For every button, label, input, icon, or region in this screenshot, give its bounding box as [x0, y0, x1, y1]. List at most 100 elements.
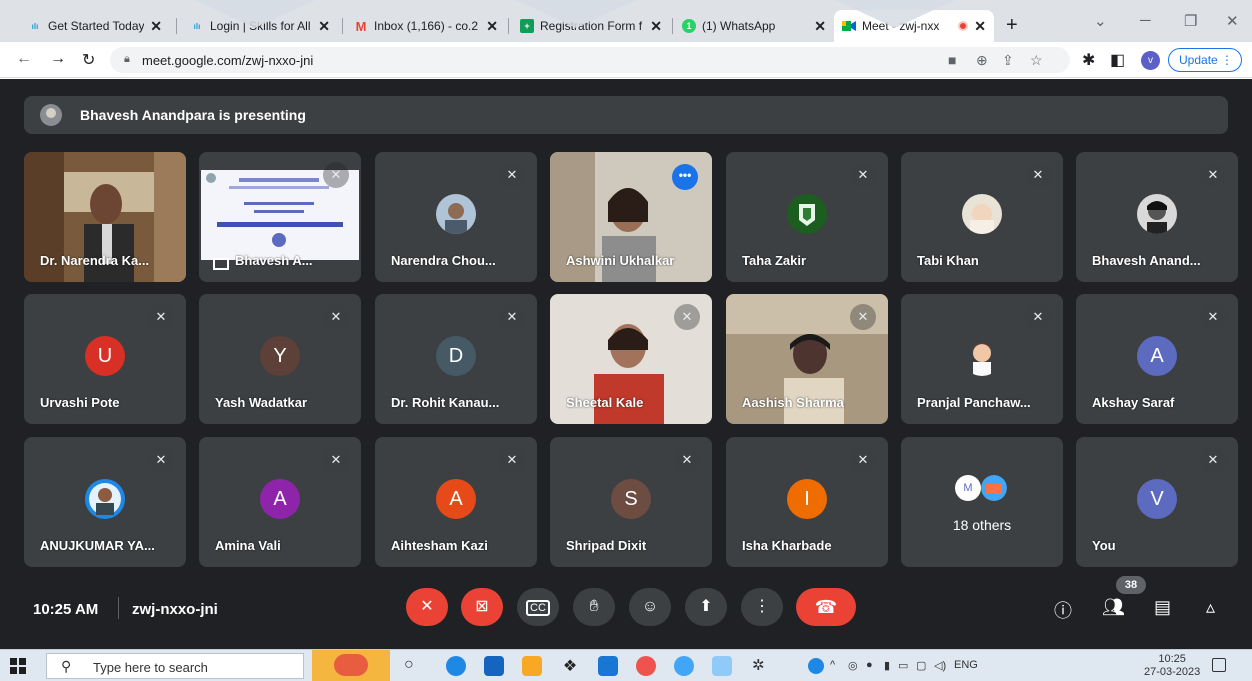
zoom-icon[interactable]: ⊕ [976, 52, 988, 69]
participant-tile[interactable]: ✕ I Isha Kharbade [726, 437, 888, 567]
tab-search-icon[interactable]: ⌄ [1094, 12, 1107, 30]
network-icon[interactable]: ▢ [916, 659, 926, 672]
chevron-up-icon[interactable]: ^ [830, 659, 835, 671]
participant-tile[interactable]: ✕ ANUJKUMAR YA... [24, 437, 186, 567]
language-indicator[interactable]: ENG [954, 659, 978, 671]
taskbar-search-box[interactable]: ⚲ Type here to search [46, 653, 304, 679]
google-forms-icon: + [520, 19, 534, 33]
participant-name: Bhavesh A... [235, 253, 313, 268]
participant-tile[interactable]: ••• Ashwini Ukhalkar [550, 152, 712, 282]
browser-tab[interactable]: ılı Login | Skills for All ✕ [182, 10, 338, 42]
close-tab-icon[interactable]: ✕ [974, 18, 986, 35]
participant-name: Yash Wadatkar [215, 395, 308, 410]
mic-tray-icon[interactable]: ▮ [884, 659, 890, 672]
close-window-icon[interactable]: ✕ [1226, 12, 1239, 30]
new-tab-button[interactable]: + [1006, 14, 1018, 37]
participant-tile[interactable]: ✕ D Dr. Rohit Kanau... [375, 294, 537, 424]
reload-icon[interactable]: ↻ [82, 50, 95, 70]
participant-tile[interactable]: ✕ Narendra Chou... [375, 152, 537, 282]
camera-icon[interactable]: ■ [948, 52, 956, 68]
participant-tile[interactable]: ✕ Bhavesh A... [199, 152, 361, 282]
browser-tab-active[interactable]: Meet - zwj-nxx ✕ [834, 10, 994, 42]
minimize-icon[interactable]: ─ [1140, 12, 1151, 29]
meeting-details-icon[interactable]: ⓘ [1054, 597, 1072, 623]
dropbox-icon[interactable]: ❖ [560, 656, 580, 676]
participant-tile[interactable]: ✕ Bhavesh Anand... [1076, 152, 1238, 282]
close-tab-icon[interactable]: ✕ [650, 18, 662, 35]
profile-avatar[interactable]: v [1141, 51, 1160, 70]
participant-tile[interactable]: ✕ A Aihtesham Kazi [375, 437, 537, 567]
battery-icon[interactable]: ▭ [898, 659, 908, 672]
settings-gear-icon[interactable]: ✲ [752, 656, 765, 674]
update-button[interactable]: Update ⋮ [1168, 48, 1242, 72]
bookmark-star-icon[interactable]: ☆ [1030, 52, 1043, 69]
restore-icon[interactable]: ❐ [1184, 12, 1197, 30]
extensions-icon[interactable]: ✱ [1082, 50, 1095, 70]
mail-icon[interactable] [484, 656, 504, 676]
tab-divider [672, 18, 673, 34]
windows-start-button[interactable] [10, 658, 26, 674]
mic-toggle-button[interactable]: ✕ [406, 588, 448, 626]
raise-hand-button[interactable]: ✋︎ [573, 588, 615, 626]
participant-name: Tabi Khan [917, 253, 979, 268]
chat-icon[interactable]: ▤ [1154, 597, 1171, 618]
help-icon[interactable] [808, 658, 824, 674]
participant-tile-self[interactable]: ✕ V You [1076, 437, 1238, 567]
tray-icon[interactable]: ◎ [848, 659, 858, 672]
participant-tile[interactable]: ✕ Tabi Khan [901, 152, 1063, 282]
share-icon[interactable]: ⇪ [1002, 52, 1014, 69]
close-tab-icon[interactable]: ✕ [318, 18, 330, 35]
participant-tile[interactable]: ✕ Pranjal Panchaw... [901, 294, 1063, 424]
browser-tab[interactable]: 1 (1) WhatsApp ✕ [674, 10, 834, 42]
others-avatar: M [955, 475, 981, 501]
mic-off-icon: ✕ [674, 447, 700, 473]
back-icon[interactable]: ← [16, 50, 32, 68]
close-tab-icon[interactable]: ✕ [814, 18, 826, 35]
browser-tab-strip: ılı Get Started Today | ✕ ılı Login | Sk… [0, 0, 1252, 42]
captions-button[interactable]: CC [517, 588, 559, 626]
more-options-button[interactable]: ⋮ [741, 588, 783, 626]
participant-tile[interactable]: ✕ U Urvashi Pote [24, 294, 186, 424]
participant-tile[interactable]: ✕ Y Yash Wadatkar [199, 294, 361, 424]
participant-tile[interactable]: ✕ Aashish Sharma [726, 294, 888, 424]
chrome-tray-icon[interactable]: ● [866, 659, 873, 671]
others-tile[interactable]: M 18 others [901, 437, 1063, 567]
close-tab-icon[interactable]: ✕ [150, 18, 162, 35]
side-panel-icon[interactable]: ◧ [1110, 50, 1125, 70]
notification-icon[interactable] [1212, 658, 1226, 672]
reactions-button[interactable]: ☺ [629, 588, 671, 626]
more-options-icon[interactable]: ••• [672, 164, 698, 190]
participant-initial-avatar: I [787, 479, 827, 519]
camera-toggle-button[interactable]: ⊠ [461, 588, 503, 626]
participant-name: Narendra Chou... [391, 253, 496, 268]
people-icon[interactable]: 👥︎ [1102, 597, 1125, 618]
activities-icon[interactable]: ▵ [1206, 597, 1215, 618]
file-explorer-icon[interactable] [522, 656, 542, 676]
address-bar[interactable]: 🔒︎ meet.google.com/zwj-nxxo-jni ■ ⊕ ⇪ ☆ [110, 47, 1070, 73]
close-tab-icon[interactable]: ✕ [486, 18, 498, 35]
tab-title: (1) WhatsApp [702, 19, 776, 33]
browser-tab[interactable]: ılı Get Started Today | ✕ [20, 10, 170, 42]
browser-tab[interactable]: M Inbox (1,166) - co.2 ✕ [346, 10, 506, 42]
mic-off-icon: ✕ [148, 447, 174, 473]
app-icon[interactable] [712, 656, 732, 676]
participant-tile[interactable]: Dr. Narendra Ka... [24, 152, 186, 282]
participant-tile[interactable]: ✕ A Akshay Saraf [1076, 294, 1238, 424]
edge-icon[interactable] [446, 656, 466, 676]
chrome-profile-icon[interactable] [674, 656, 694, 676]
participant-tile[interactable]: ✕ A Amina Vali [199, 437, 361, 567]
present-button[interactable]: ⬆ [685, 588, 727, 626]
forward-icon[interactable]: → [50, 50, 66, 68]
browser-tab[interactable]: + Registration Form f ✕ [512, 10, 670, 42]
volume-icon[interactable]: ◁) [934, 659, 946, 672]
participant-tile[interactable]: ✕ Sheetal Kale [550, 294, 712, 424]
leave-call-button[interactable]: ☎︎ [796, 588, 856, 626]
participant-tile[interactable]: ✕ Taha Zakir [726, 152, 888, 282]
participant-avatar [962, 336, 1002, 376]
chrome-icon[interactable] [636, 656, 656, 676]
task-view-icon[interactable]: ○ [404, 656, 414, 674]
store-icon[interactable] [598, 656, 618, 676]
system-clock[interactable]: 10:25 27-03-2023 [1144, 653, 1200, 679]
kebab-menu-icon[interactable]: ⋮ [1221, 49, 1233, 71]
participant-tile[interactable]: ✕ S Shripad Dixit [550, 437, 712, 567]
